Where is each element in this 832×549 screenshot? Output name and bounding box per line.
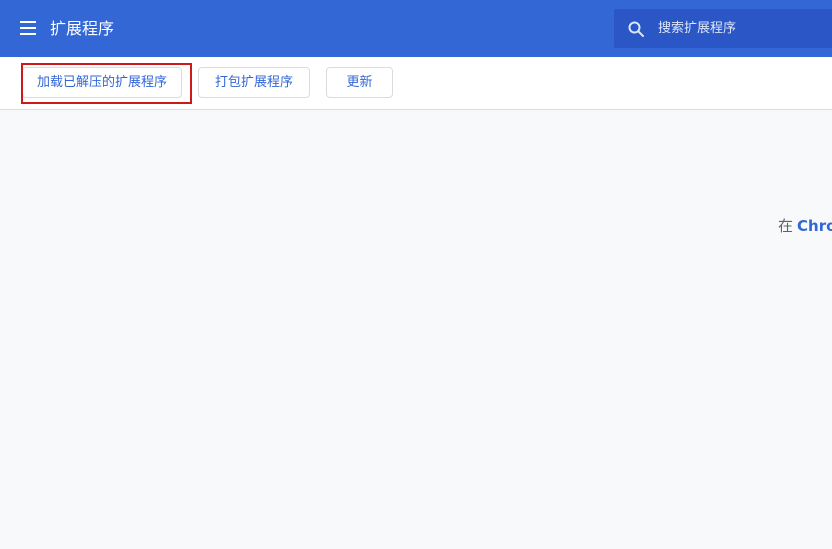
search-box[interactable] [614, 9, 832, 48]
extensions-content: 在 Chro [0, 110, 832, 549]
developer-toolbar: 加载已解压的扩展程序 打包扩展程序 更新 [0, 57, 832, 110]
promo-message: 在 Chro [778, 216, 832, 236]
page-title: 扩展程序 [50, 19, 115, 38]
update-button[interactable]: 更新 [326, 67, 393, 98]
pack-extension-button[interactable]: 打包扩展程序 [198, 67, 310, 98]
load-unpacked-button[interactable]: 加载已解压的扩展程序 [22, 67, 182, 98]
search-icon [628, 21, 644, 37]
app-header: 扩展程序 [0, 0, 832, 57]
hamburger-menu-icon[interactable] [20, 21, 36, 35]
search-input[interactable] [658, 17, 828, 39]
chrome-web-store-link[interactable]: Chro [797, 217, 832, 235]
extensions-page: 扩展程序 加载已解压的扩展程序 打包扩展程序 更新 在Chro [0, 0, 832, 549]
promo-prefix-text: 在 [778, 217, 794, 235]
